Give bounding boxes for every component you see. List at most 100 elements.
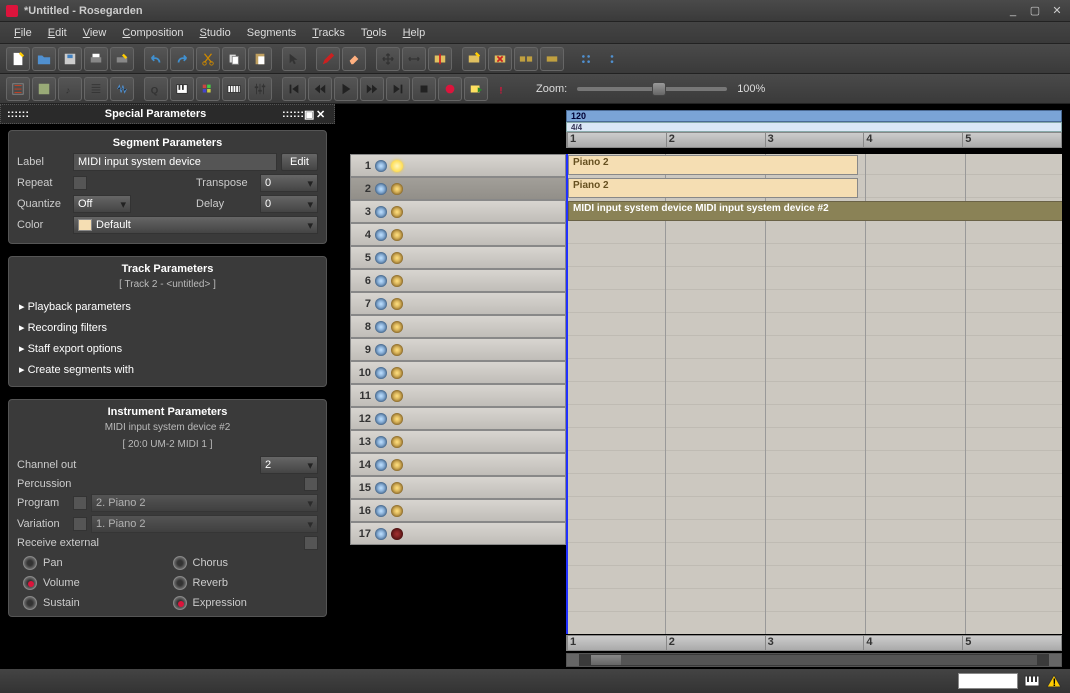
open-file-icon[interactable] [32, 47, 56, 71]
print-preview-icon[interactable] [110, 47, 134, 71]
mute-led-icon[interactable] [375, 275, 387, 287]
segment-label-input[interactable] [73, 153, 277, 171]
record-led-icon[interactable] [391, 344, 403, 356]
menu-help[interactable]: Help [397, 25, 432, 41]
tempo-ruler[interactable]: 120 [566, 110, 1062, 122]
mute-led-icon[interactable] [375, 344, 387, 356]
paste-icon[interactable] [248, 47, 272, 71]
dots1-icon[interactable] [574, 47, 598, 71]
record-led-icon[interactable] [391, 321, 403, 333]
record-led-icon[interactable] [391, 528, 403, 540]
playhead[interactable] [566, 154, 568, 634]
segment-midi[interactable]: MIDI input system device MIDI input syst… [568, 201, 1062, 221]
join2-icon[interactable] [540, 47, 564, 71]
menu-composition[interactable]: Composition [116, 25, 189, 41]
mute-led-icon[interactable] [375, 459, 387, 471]
mute-led-icon[interactable] [375, 160, 387, 172]
record-led-icon[interactable] [391, 436, 403, 448]
create-segments-expander[interactable]: Create segments with [17, 359, 318, 380]
record-led-icon[interactable] [391, 459, 403, 471]
mute-led-icon[interactable] [375, 413, 387, 425]
program-checkbox[interactable] [73, 496, 87, 510]
view-audio-icon[interactable] [110, 77, 134, 101]
view-drum-icon[interactable] [32, 77, 56, 101]
forward-end-icon[interactable] [386, 77, 410, 101]
record-led-icon[interactable] [391, 160, 403, 172]
copy-icon[interactable] [222, 47, 246, 71]
rewind-icon[interactable] [308, 77, 332, 101]
segment-piano-2[interactable]: Piano 2 [568, 178, 858, 198]
record-led-icon[interactable] [391, 367, 403, 379]
track-row[interactable]: 13 [350, 430, 566, 453]
timesig-ruler[interactable]: 4/4 [566, 122, 1062, 132]
menu-view[interactable]: View [77, 25, 113, 41]
track-row[interactable]: 10 [350, 361, 566, 384]
piano-icon[interactable] [170, 77, 194, 101]
track-row[interactable]: 12 [350, 407, 566, 430]
menu-studio[interactable]: Studio [194, 25, 237, 41]
record-led-icon[interactable] [391, 390, 403, 402]
track-row[interactable]: 5 [350, 246, 566, 269]
track-row[interactable]: 3 [350, 200, 566, 223]
close-button[interactable]: ✕ [1050, 4, 1064, 18]
segment-piano-1[interactable]: Piano 2 [568, 155, 858, 175]
reverb-knob[interactable] [173, 576, 187, 590]
resize-tool-icon[interactable] [402, 47, 426, 71]
record-led-icon[interactable] [391, 183, 403, 195]
recording-filters-expander[interactable]: Recording filters [17, 317, 318, 338]
track-row[interactable]: 6 [350, 269, 566, 292]
mute-led-icon[interactable] [375, 183, 387, 195]
record-led-icon[interactable] [391, 505, 403, 517]
receive-checkbox[interactable] [304, 536, 318, 550]
scroll-thumb[interactable] [591, 655, 621, 665]
mute-led-icon[interactable] [375, 528, 387, 540]
variation-select[interactable]: 1. Piano 2▾ [91, 515, 318, 533]
track-row[interactable]: 4 [350, 223, 566, 246]
keyboard-icon[interactable] [222, 77, 246, 101]
program-select[interactable]: 2. Piano 2▾ [91, 494, 318, 512]
segment-canvas[interactable]: Piano 2 Piano 2 MIDI input system device… [566, 154, 1062, 634]
draw-tool-icon[interactable] [316, 47, 340, 71]
track-row[interactable]: 11 [350, 384, 566, 407]
record-led-icon[interactable] [391, 298, 403, 310]
percussion-checkbox[interactable] [304, 477, 318, 491]
mute-led-icon[interactable] [375, 436, 387, 448]
track-row[interactable]: 2 [350, 177, 566, 200]
horizontal-scrollbar[interactable] [566, 653, 1062, 667]
view-notation-icon[interactable]: ♪ [58, 77, 82, 101]
warning-icon[interactable]: ! [1046, 673, 1062, 689]
mute-led-icon[interactable] [375, 390, 387, 402]
bar-ruler-bottom[interactable]: 1 2 3 4 5 [566, 635, 1062, 651]
quantize-icon[interactable]: Q [144, 77, 168, 101]
rewind-start-icon[interactable] [282, 77, 306, 101]
pointer-tool-icon[interactable] [282, 47, 306, 71]
track-row[interactable]: 8 [350, 315, 566, 338]
record-led-icon[interactable] [391, 252, 403, 264]
quantize-select[interactable]: Off▾ [73, 195, 131, 213]
color-segments-icon[interactable] [196, 77, 220, 101]
repeat-checkbox[interactable] [73, 176, 87, 190]
panel-close-icon[interactable]: ✕ [316, 108, 328, 120]
mute-led-icon[interactable] [375, 229, 387, 241]
new-file-icon[interactable] [6, 47, 30, 71]
menu-segments[interactable]: Segments [241, 25, 303, 41]
edit-button[interactable]: Edit [281, 153, 318, 171]
channel-select[interactable]: 2▾ [260, 456, 318, 474]
zoom-slider[interactable] [577, 87, 727, 91]
sliders-icon[interactable] [248, 77, 272, 101]
track-row[interactable]: 1 [350, 154, 566, 177]
dots2-icon[interactable] [600, 47, 624, 71]
play-icon[interactable] [334, 77, 358, 101]
track-row[interactable]: 7 [350, 292, 566, 315]
menu-tracks[interactable]: Tracks [306, 25, 351, 41]
transpose-select[interactable]: 0▾ [260, 174, 318, 192]
erase-tool-icon[interactable] [342, 47, 366, 71]
undo-icon[interactable] [144, 47, 168, 71]
mute-led-icon[interactable] [375, 206, 387, 218]
record-led-icon[interactable] [391, 206, 403, 218]
color-select[interactable]: Default ▾ [73, 216, 318, 234]
scroll-left-icon[interactable] [567, 654, 579, 666]
bar-ruler-top[interactable]: 1 2 3 4 5 [566, 132, 1062, 148]
mute-led-icon[interactable] [375, 482, 387, 494]
sustain-knob[interactable] [23, 596, 37, 610]
